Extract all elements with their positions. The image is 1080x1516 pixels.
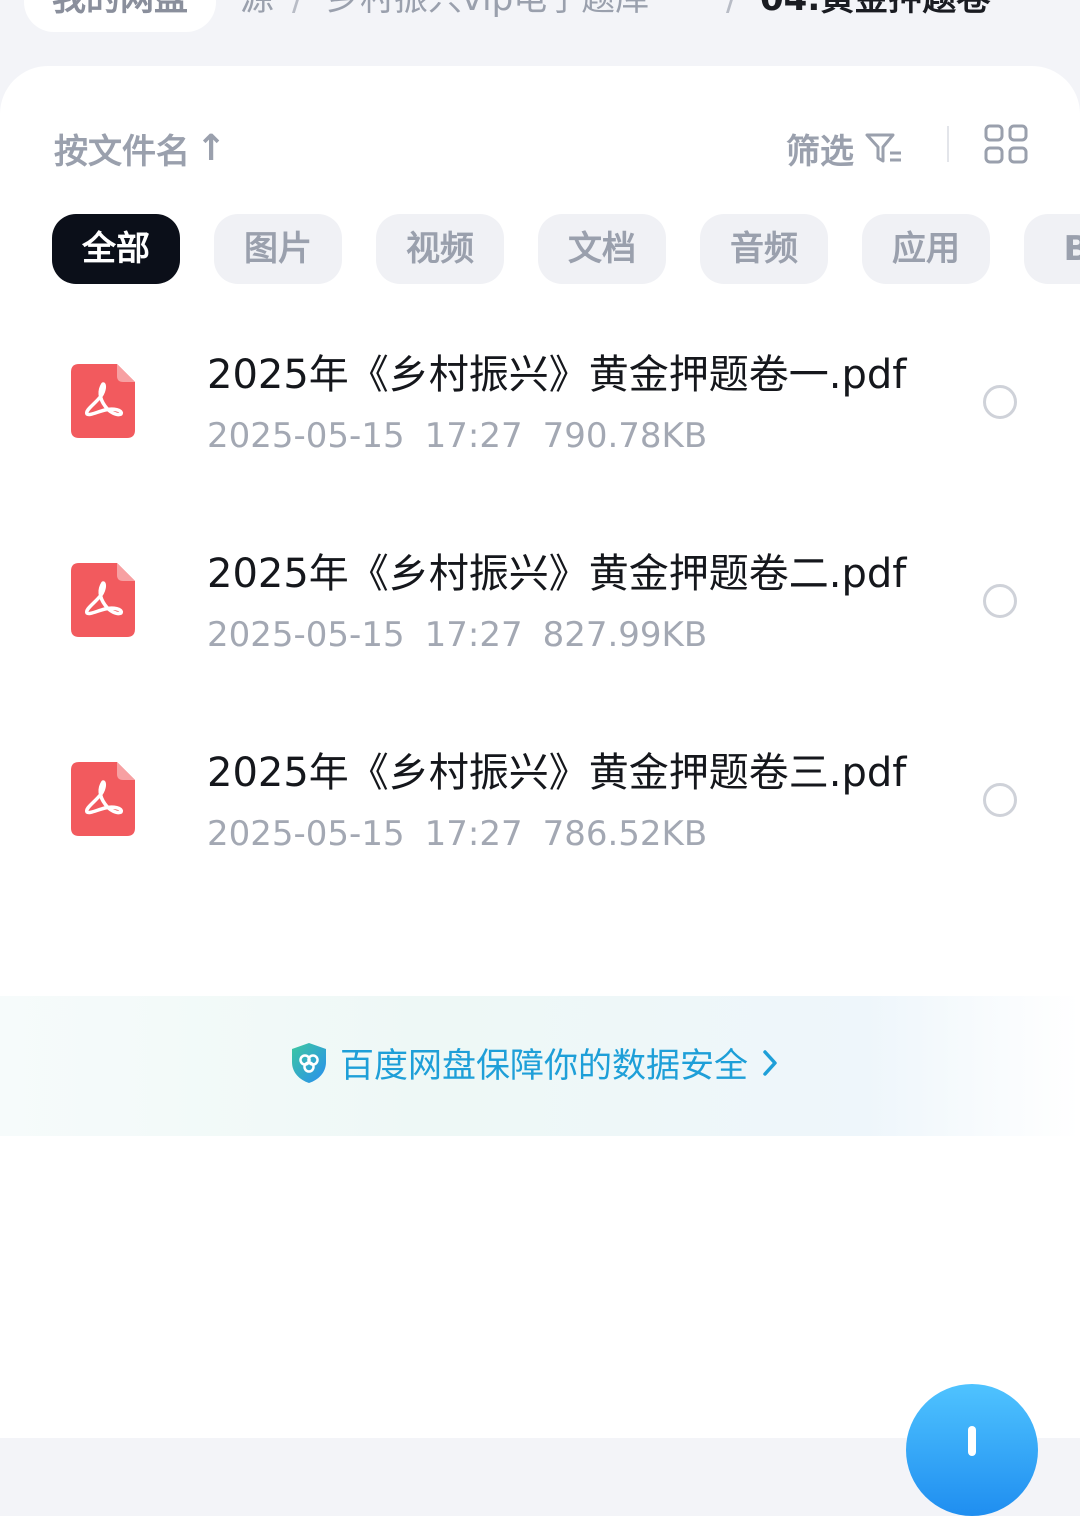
filter-label: 筛选 (786, 132, 854, 172)
pdf-icon (71, 364, 135, 438)
select-radio[interactable] (983, 783, 1017, 817)
file-list-panel: 按文件名 ↑ 筛选 全部 图片 视频 文档 音频 应用 BT 2025年《 (0, 66, 1080, 1438)
file-time: 17:27 (424, 814, 523, 854)
breadcrumb-separator: / (726, 0, 737, 32)
category-tabs: 全部 图片 视频 文档 音频 应用 BT (52, 214, 1080, 286)
breadcrumb-item[interactable]: 乡村振兴vip电子题库 (326, 0, 649, 32)
tab-audio[interactable]: 音频 (700, 214, 828, 284)
file-date: 2025-05-15 (207, 814, 405, 854)
tab-apps[interactable]: 应用 (862, 214, 990, 284)
toolbar-divider (947, 126, 949, 162)
tab-images[interactable]: 图片 (214, 214, 342, 284)
file-name: 2025年《乡村振兴》黄金押题卷三.pdf (207, 750, 907, 796)
tab-videos[interactable]: 视频 (376, 214, 504, 284)
file-size: 790.78KB (542, 416, 708, 456)
file-name: 2025年《乡村振兴》黄金押题卷一.pdf (207, 352, 907, 398)
file-size: 827.99KB (542, 615, 708, 655)
file-time: 17:27 (424, 615, 523, 655)
tab-documents[interactable]: 文档 (538, 214, 666, 284)
sort-button[interactable]: 按文件名 ↑ (54, 124, 226, 173)
breadcrumb-item[interactable]: 源 (240, 0, 274, 32)
security-link[interactable]: 百度网盘保障你的数据安全 (290, 1038, 780, 1087)
file-meta: 2025-05-15 17:27 827.99KB (207, 615, 727, 655)
tab-all[interactable]: 全部 (52, 214, 180, 284)
file-meta: 2025-05-15 17:27 790.78KB (207, 416, 727, 456)
breadcrumb-current: 04.黄金押题卷 (760, 0, 990, 32)
pdf-icon (71, 762, 135, 836)
file-date: 2025-05-15 (207, 416, 405, 456)
file-name: 2025年《乡村振兴》黄金押题卷二.pdf (207, 551, 907, 597)
chevron-right-icon (763, 1049, 777, 1076)
breadcrumb: 我的网盘 源 / 乡村振兴vip电子题库 / 04.黄金押题卷 (0, 0, 1080, 36)
file-date: 2025-05-15 (207, 615, 405, 655)
file-time: 17:27 (424, 416, 523, 456)
breadcrumb-separator: / (292, 0, 303, 32)
sort-label: 按文件名 (54, 132, 190, 172)
filter-icon (865, 133, 901, 162)
shield-icon (292, 1042, 326, 1083)
sort-arrow-icon: ↑ (196, 128, 227, 169)
file-row[interactable]: 2025年《乡村振兴》黄金押题卷二.pdf 2025-05-15 17:27 827… (0, 535, 1080, 675)
file-meta: 2025-05-15 17:27 786.52KB (207, 814, 727, 854)
security-banner[interactable]: 百度网盘保障你的数据安全 (0, 996, 1080, 1136)
security-text: 百度网盘保障你的数据安全 (340, 1046, 748, 1086)
grid-view-icon[interactable] (984, 124, 1028, 164)
add-button[interactable] (906, 1384, 1038, 1516)
select-radio[interactable] (983, 584, 1017, 618)
file-row[interactable]: 2025年《乡村振兴》黄金押题卷一.pdf 2025-05-15 17:27 790… (0, 336, 1080, 476)
filter-button[interactable]: 筛选 (786, 124, 904, 173)
tab-bt[interactable]: BT (1024, 214, 1080, 284)
breadcrumb-root[interactable]: 我的网盘 (24, 0, 216, 32)
plus-icon (968, 1426, 976, 1456)
pdf-icon (71, 563, 135, 637)
file-size: 786.52KB (542, 814, 708, 854)
select-radio[interactable] (983, 385, 1017, 419)
file-row[interactable]: 2025年《乡村振兴》黄金押题卷三.pdf 2025-05-15 17:27 786… (0, 734, 1080, 874)
